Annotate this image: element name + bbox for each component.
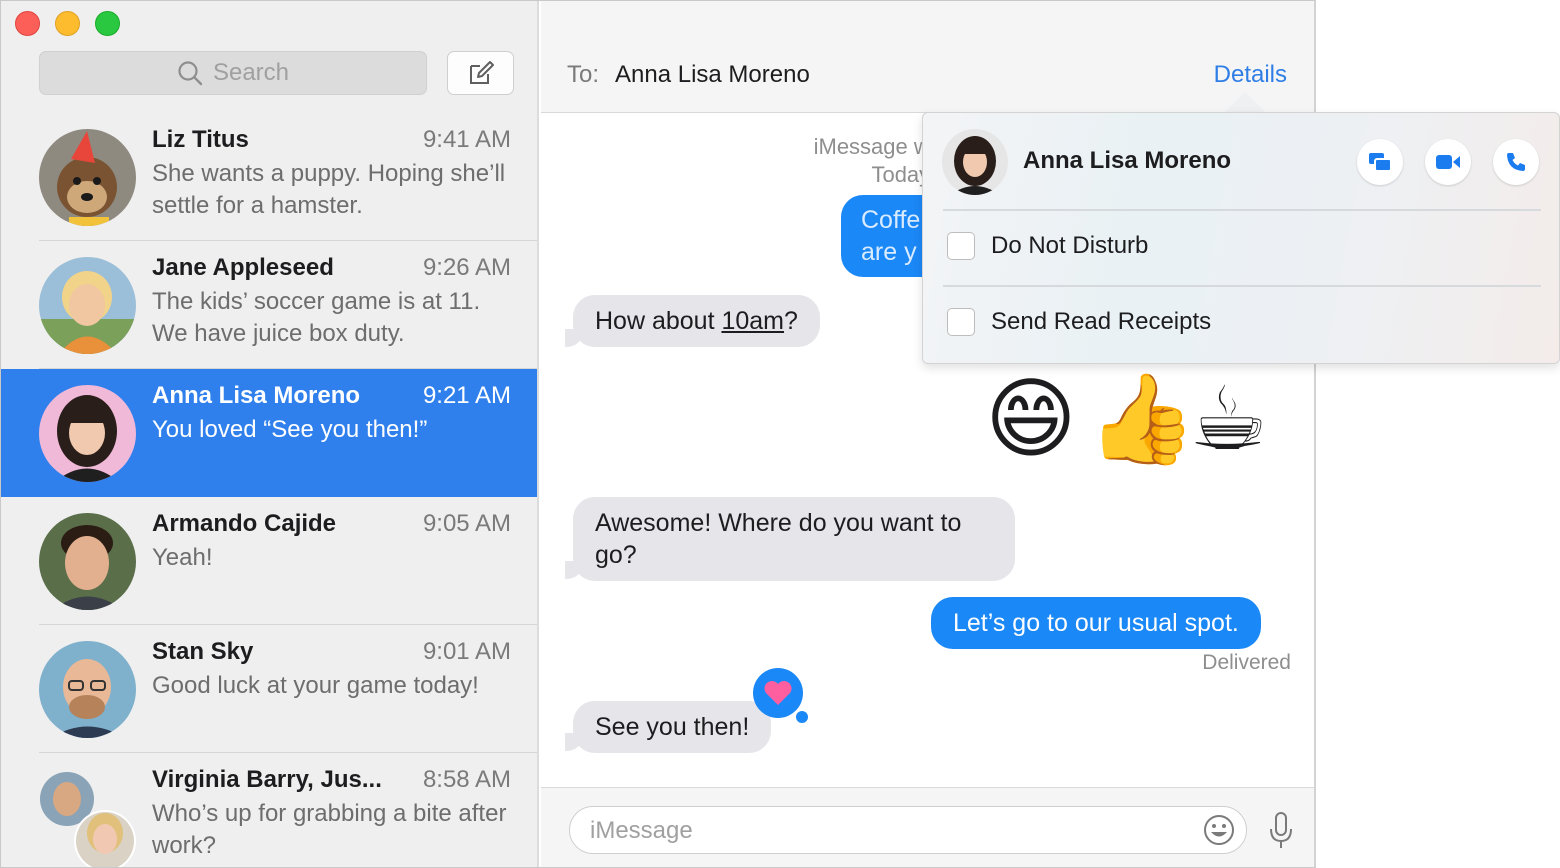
recipient-name[interactable]: Anna Lisa Moreno <box>615 61 810 89</box>
grinning-face-emoji[interactable]: 😄 <box>985 375 1077 463</box>
conversation-time: 9:01 AM <box>422 638 511 665</box>
close-window-button[interactable] <box>15 11 40 36</box>
delivery-status: Delivered <box>1202 651 1291 674</box>
details-button[interactable]: Details <box>1214 61 1287 89</box>
phone-call-button[interactable] <box>1493 139 1539 185</box>
avatar <box>39 641 136 738</box>
sidebar: Search Liz Titus 9:41 AM She wants a pup… <box>1 1 539 867</box>
heart-icon <box>764 681 792 705</box>
tapback-heart[interactable] <box>753 668 803 718</box>
avatar <box>39 513 136 610</box>
compose-button[interactable] <box>447 51 514 95</box>
contact-name: Anna Lisa Moreno <box>1023 147 1232 174</box>
conversation-time: 9:26 AM <box>422 254 511 281</box>
contact-avatar <box>942 129 1008 195</box>
video-call-icon <box>1436 155 1460 169</box>
do-not-disturb-label: Do Not Disturb <box>991 232 1149 259</box>
detected-time-link[interactable]: 10am <box>721 307 784 335</box>
message-text: ? <box>784 307 798 335</box>
conversation-name: Liz Titus <box>152 126 249 153</box>
message-bubble-incoming[interactable]: Awesome! Where do you want to go? <box>573 497 1015 581</box>
conversation-name: Stan Sky <box>152 638 254 665</box>
phone-icon <box>1507 153 1525 171</box>
conversation-item-stan-sky[interactable]: Stan Sky 9:01 AM Good luck at your game … <box>1 625 537 753</box>
search-placeholder: Search <box>212 59 290 86</box>
conversation-header: To: Anna Lisa Moreno Details <box>541 1 1314 113</box>
microphone-icon[interactable] <box>1266 810 1296 850</box>
conversation-preview: She wants a puppy. Hoping she’ll settle … <box>152 160 506 219</box>
send-read-receipts-checkbox[interactable] <box>947 308 975 336</box>
send-read-receipts-label: Send Read Receipts <box>991 308 1212 335</box>
conversation-time: 9:21 AM <box>422 382 511 409</box>
do-not-disturb-row[interactable]: Do Not Disturb <box>947 232 1148 260</box>
conversation-preview: Good luck at your game today! <box>152 672 479 699</box>
zoom-window-button[interactable] <box>95 11 120 36</box>
bubble-tail <box>565 733 583 751</box>
screen-share-button[interactable] <box>1357 139 1403 185</box>
compose-icon <box>469 61 494 84</box>
details-popover: Anna Lisa Moreno Do Not Disturb Send Rea… <box>922 112 1560 364</box>
conversation-name: Armando Cajide <box>152 510 337 537</box>
bubble-tail <box>565 329 583 347</box>
video-call-button[interactable] <box>1425 139 1471 185</box>
avatar <box>39 257 136 354</box>
conversation-item-virginia-barry-group[interactable]: Virginia Barry, Jus... 8:58 AM Who’s up … <box>1 753 537 867</box>
message-bubble-outgoing[interactable]: Let’s go to our usual spot. <box>931 597 1261 649</box>
smiley-icon[interactable] <box>1202 813 1236 847</box>
conversation-preview: Yeah! <box>152 544 213 571</box>
message-input-placeholder: iMessage <box>590 817 693 844</box>
send-read-receipts-row[interactable]: Send Read Receipts <box>947 308 1211 336</box>
conversation-preview: You loved “See you then!” <box>152 416 428 443</box>
message-text: How about <box>595 307 722 335</box>
bubble-tail <box>565 561 583 579</box>
tapback-dot <box>796 711 808 723</box>
screen-share-icon <box>1369 153 1392 172</box>
search-icon <box>178 61 203 86</box>
conversation-name: Jane Appleseed <box>152 254 334 281</box>
conversation-time: 9:41 AM <box>422 126 511 153</box>
message-bubble-incoming[interactable]: How about 10am? <box>573 295 820 347</box>
popover-arrow <box>1224 92 1266 113</box>
compose-bar: iMessage <box>541 787 1314 867</box>
message-bubble-incoming[interactable]: See you then! <box>573 701 772 753</box>
minimize-window-button[interactable] <box>55 11 80 36</box>
group-avatar <box>39 769 136 867</box>
message-input[interactable]: iMessage <box>569 806 1247 854</box>
conversation-name: Anna Lisa Moreno <box>152 382 361 409</box>
to-label: To: <box>567 61 600 88</box>
thumbs-up-emoji[interactable]: 👍 <box>1087 375 1197 463</box>
conversation-item-jane-appleseed[interactable]: Jane Appleseed 9:26 AM The kids’ soccer … <box>1 241 537 369</box>
search-field[interactable]: Search <box>39 51 427 95</box>
conversation-item-liz-titus[interactable]: Liz Titus 9:41 AM She wants a puppy. Hop… <box>1 113 537 241</box>
conversation-preview: Who’s up for grabbing a bite after work? <box>152 800 507 859</box>
conversation-name: Virginia Barry, Jus... <box>152 766 382 793</box>
popover-separator <box>943 285 1541 287</box>
conversation-time: 9:05 AM <box>422 510 511 537</box>
conversation-preview: The kids’ soccer game is at 11. We have … <box>152 288 481 347</box>
conversation-item-anna-lisa-moreno[interactable]: Anna Lisa Moreno 9:21 AM You loved “See … <box>1 369 537 497</box>
conversation-time: 8:58 AM <box>422 766 511 793</box>
coffee-emoji[interactable]: ☕ <box>1189 375 1268 463</box>
popover-separator <box>943 209 1541 211</box>
do-not-disturb-checkbox[interactable] <box>947 232 975 260</box>
avatar <box>39 385 136 482</box>
conversation-item-armando-cajide[interactable]: Armando Cajide 9:05 AM Yeah! <box>1 497 537 625</box>
avatar <box>39 129 136 226</box>
